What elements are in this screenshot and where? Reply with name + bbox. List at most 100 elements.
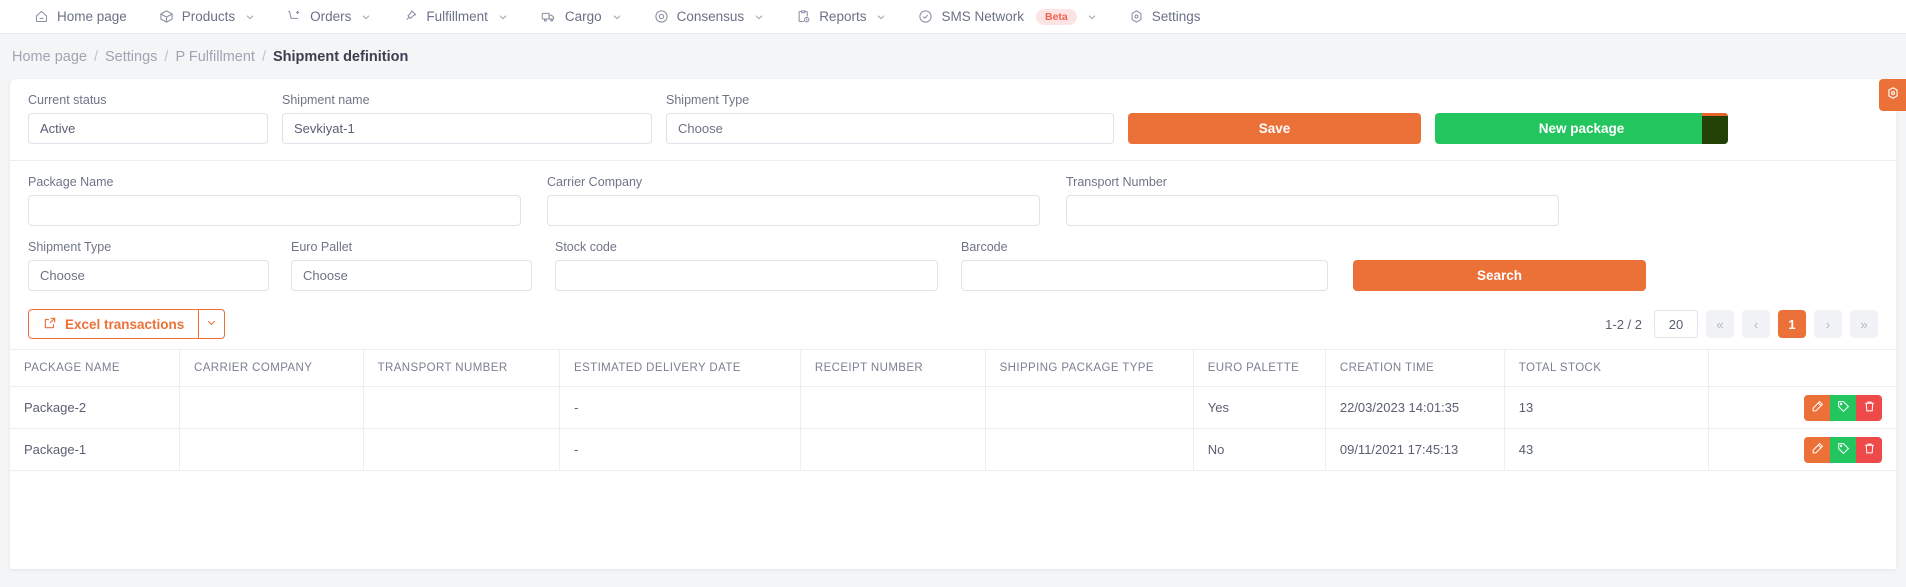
chevron-down-icon (498, 12, 508, 22)
cell-estimated-delivery-date: - (559, 428, 801, 471)
cell-package-name: Package-2 (10, 386, 181, 429)
label-transport-number: Transport Number (1066, 175, 1167, 189)
chevron-down-icon (361, 12, 371, 22)
col-creation-time: CREATION TIME (1325, 349, 1505, 387)
new-package-accent-block (1702, 113, 1728, 144)
packages-table: PACKAGE NAME CARRIER COMPANY TRANSPORT N… (10, 349, 1896, 471)
row-actions (1723, 394, 1882, 421)
table-row[interactable]: Package-2 - Yes 22/03/2023 14:01:35 13 (10, 386, 1896, 429)
euro-pallet-select[interactable]: Choose (291, 260, 532, 291)
field-shipment-type: Shipment Type Choose (666, 93, 1114, 144)
label-stock-code: Stock code (555, 240, 617, 254)
external-link-icon (43, 316, 57, 333)
current-status-input[interactable] (28, 113, 268, 144)
delete-row-button[interactable] (1856, 436, 1882, 463)
table-row[interactable]: Package-1 - No 09/11/2021 17:45:13 43 (10, 428, 1896, 471)
search-button[interactable]: Search (1353, 260, 1646, 291)
cell-estimated-delivery-date: - (559, 386, 801, 429)
nav-item-orders[interactable]: Orders (271, 0, 387, 34)
pagination-page-1[interactable]: 1 (1778, 310, 1806, 338)
col-shipping-package-type: SHIPPING PACKAGE TYPE (985, 349, 1194, 387)
carrier-company-input[interactable] (547, 195, 1040, 226)
top-navigation-bar: Home page Products Orders Fulfillment Ca… (0, 0, 1906, 34)
filter-shipment-type-select[interactable]: Choose (28, 260, 269, 291)
breadcrumb-separator: / (93, 48, 98, 65)
nav-label: Cargo (564, 9, 602, 24)
nav-label: Fulfillment (426, 9, 488, 24)
transport-number-input[interactable] (1066, 195, 1559, 226)
nav-item-products[interactable]: Products (143, 0, 271, 34)
label-filter-shipment-type: Shipment Type (28, 240, 112, 254)
stock-code-input[interactable] (555, 260, 938, 291)
shipment-definition-card: Current status Shipment name Shipment Ty… (10, 79, 1906, 569)
table-header-row: PACKAGE NAME CARRIER COMPANY TRANSPORT N… (10, 349, 1896, 387)
edit-row-button[interactable] (1804, 394, 1830, 421)
col-total-stock: TOTAL STOCK (1504, 349, 1710, 387)
target-icon (654, 9, 669, 24)
nav-item-sms-network[interactable]: SMS Network Beta (902, 0, 1112, 34)
excel-transactions-label: Excel transactions (65, 316, 185, 332)
label-package-name: Package Name (28, 175, 114, 189)
box-icon (159, 9, 174, 24)
gear-icon (1886, 86, 1900, 105)
shipment-name-input[interactable] (282, 113, 652, 144)
pagination: 1-2 / 2 « ‹ 1 › » (1605, 310, 1878, 338)
nav-item-fulfillment[interactable]: Fulfillment (387, 0, 524, 34)
label-current-status: Current status (28, 93, 107, 107)
shipment-type-select[interactable]: Choose (666, 113, 1114, 144)
breadcrumb-item-settings[interactable]: Settings (105, 49, 157, 65)
page-size-input[interactable] (1654, 310, 1698, 338)
cell-actions (1708, 428, 1896, 471)
cell-creation-time: 09/11/2021 17:45:13 (1325, 428, 1505, 471)
excel-transactions-button[interactable]: Excel transactions (28, 309, 200, 339)
cell-creation-time: 22/03/2023 14:01:35 (1325, 386, 1505, 429)
truck-icon (540, 9, 557, 24)
table-body: Package-2 - Yes 22/03/2023 14:01:35 13 P… (10, 386, 1896, 471)
new-package-button-wrap: New package (1435, 113, 1728, 144)
pagination-first-button[interactable]: « (1706, 310, 1734, 338)
chevron-down-icon (612, 12, 622, 22)
nav-label: SMS Network (941, 9, 1024, 24)
pagination-last-button[interactable]: » (1850, 310, 1878, 338)
new-package-button[interactable]: New package (1435, 113, 1728, 144)
col-package-name: PACKAGE NAME (10, 349, 181, 387)
breadcrumb-separator: / (261, 48, 266, 65)
edit-row-button[interactable] (1804, 436, 1830, 463)
package-name-input[interactable] (28, 195, 521, 226)
nav-item-cargo[interactable]: Cargo (524, 0, 638, 34)
cell-transport-number (363, 428, 561, 471)
pin-icon (403, 9, 418, 24)
nav-item-settings[interactable]: Settings (1113, 0, 1217, 34)
nav-item-home-page[interactable]: Home page (18, 0, 143, 34)
cell-total-stock: 13 (1504, 386, 1710, 429)
breadcrumb-item-p-fulfillment[interactable]: P Fulfillment (175, 49, 255, 65)
save-button[interactable]: Save (1128, 113, 1421, 144)
beta-badge: Beta (1036, 8, 1077, 25)
cell-total-stock: 43 (1504, 428, 1710, 471)
settings-panel-toggle[interactable] (1879, 79, 1906, 111)
cell-transport-number (363, 386, 561, 429)
label-barcode: Barcode (961, 240, 1008, 254)
pagination-next-button[interactable]: › (1814, 310, 1842, 338)
field-stock-code: Stock code (555, 240, 938, 291)
breadcrumb-item-home-page[interactable]: Home page (12, 49, 87, 65)
new-package-label: New package (1538, 121, 1625, 136)
col-actions (1708, 349, 1896, 387)
field-shipment-name: Shipment name (282, 93, 652, 144)
nav-item-consensus[interactable]: Consensus (638, 0, 781, 34)
chevron-down-icon (245, 12, 255, 22)
label-carrier-company: Carrier Company (547, 175, 643, 189)
cell-actions (1708, 386, 1896, 429)
nav-item-reports[interactable]: Reports (780, 0, 902, 34)
cell-euro-palette: No (1193, 428, 1326, 471)
pagination-prev-button[interactable]: ‹ (1742, 310, 1770, 338)
home-icon (34, 9, 49, 24)
breadcrumb-separator: / (164, 48, 169, 65)
tag-row-button[interactable] (1830, 394, 1856, 421)
excel-transactions-dropdown-toggle[interactable] (199, 309, 226, 339)
tag-row-button[interactable] (1830, 436, 1856, 463)
delete-row-button[interactable] (1856, 394, 1882, 421)
cell-receipt-number (800, 428, 986, 471)
check-circle-icon (918, 9, 933, 24)
barcode-input[interactable] (961, 260, 1328, 291)
